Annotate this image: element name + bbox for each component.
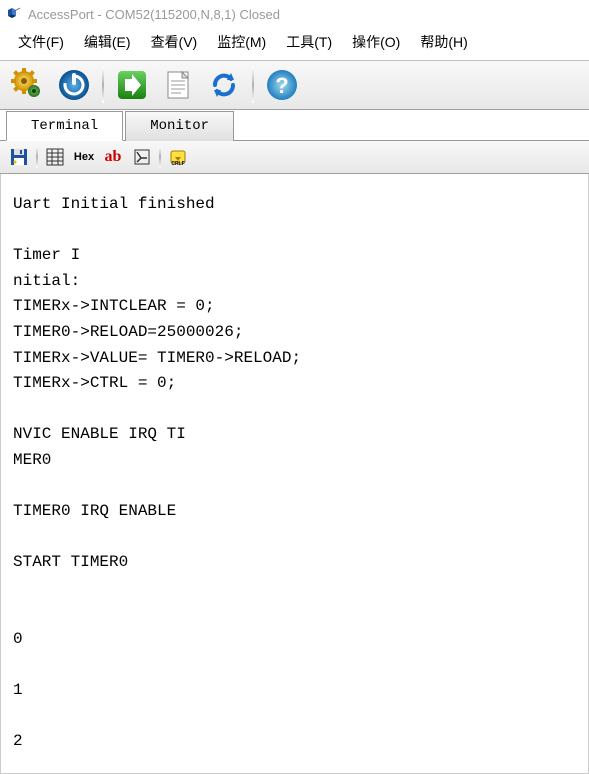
hex-mode-button[interactable]: Hex (71, 145, 97, 169)
subtoolbar-separator (159, 146, 161, 168)
subtoolbar-separator (36, 146, 38, 168)
text-mode-button[interactable]: ab (100, 145, 126, 169)
toolbar-separator (252, 67, 254, 103)
sub-toolbar: Hex ab CRLF (0, 141, 589, 174)
menu-file[interactable]: 文件(F) (8, 30, 74, 54)
svg-text:?: ? (275, 73, 288, 98)
tabs: Terminal Monitor (0, 110, 589, 141)
view-grid-button[interactable] (42, 145, 68, 169)
svg-text:CRLF: CRLF (171, 161, 184, 166)
tab-monitor[interactable]: Monitor (125, 111, 234, 141)
ab-label: ab (105, 148, 122, 166)
main-toolbar: ? (0, 60, 589, 110)
menubar: 文件(F) 编辑(E) 查看(V) 监控(M) 工具(T) 操作(O) 帮助(H… (0, 28, 589, 60)
refresh-button[interactable] (204, 65, 244, 105)
clear-button[interactable] (129, 145, 155, 169)
titlebar-text: AccessPort - COM52(115200,N,8,1) Closed (28, 7, 280, 22)
app-icon (6, 6, 22, 22)
menu-operation[interactable]: 操作(O) (342, 30, 410, 54)
titlebar: AccessPort - COM52(115200,N,8,1) Closed (0, 0, 589, 28)
settings-button[interactable] (8, 65, 48, 105)
help-button[interactable]: ? (262, 65, 302, 105)
save-button[interactable] (6, 145, 32, 169)
menu-edit[interactable]: 编辑(E) (74, 30, 141, 54)
power-button[interactable] (54, 65, 94, 105)
menu-view[interactable]: 查看(V) (141, 30, 208, 54)
toolbar-separator (102, 67, 104, 103)
menu-help[interactable]: 帮助(H) (410, 30, 477, 54)
menu-monitor[interactable]: 监控(M) (207, 30, 276, 54)
run-button[interactable] (112, 65, 152, 105)
menu-tools[interactable]: 工具(T) (276, 30, 342, 54)
tab-terminal[interactable]: Terminal (6, 111, 123, 141)
crlf-button[interactable]: CRLF (165, 145, 191, 169)
terminal-output[interactable]: Uart Initial finished Timer I nitial: TI… (0, 174, 589, 774)
hex-label: Hex (74, 151, 94, 163)
document-button[interactable] (158, 65, 198, 105)
